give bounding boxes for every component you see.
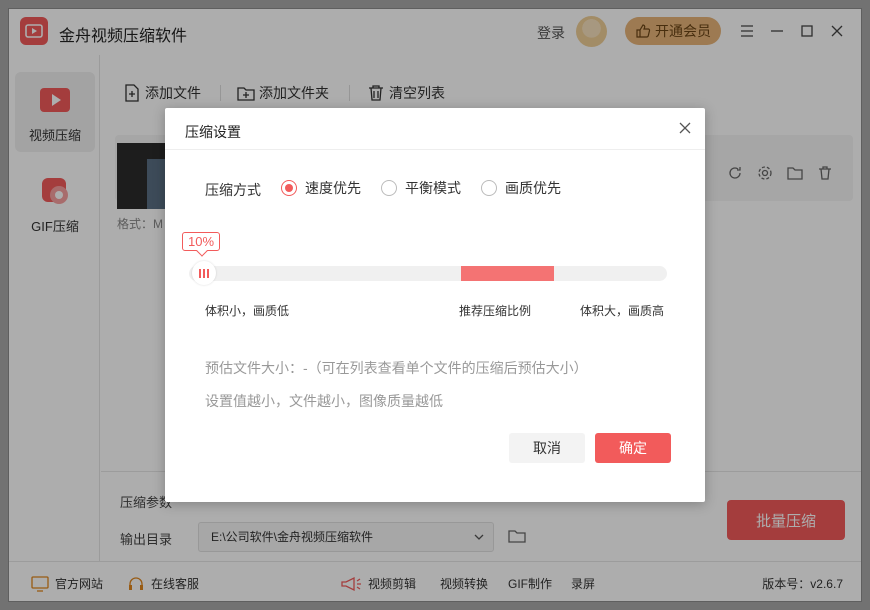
radio-dot [381,180,397,196]
slider-percent-badge: 10% [182,232,220,251]
compress-mode-label: 压缩方式 [205,182,261,198]
compression-slider-track[interactable] [189,266,667,281]
radio-speed-priority[interactable]: 速度优先 [281,178,361,198]
scale-mid-label: 推荐压缩比例 [459,304,532,318]
radio-label: 速度优先 [305,180,361,196]
estimate-text: 预估文件大小：-（可在列表查看单个文件的压缩后预估大小） [205,360,588,376]
radio-label: 画质优先 [505,180,561,196]
radio-balanced[interactable]: 平衡模式 [381,178,461,198]
scale-left-label: 体积小，画质低 [205,304,290,318]
dialog-close-icon[interactable] [677,120,693,136]
confirm-button[interactable]: 确定 [595,433,671,463]
dialog-header: 压缩设置 [165,108,705,150]
radio-dot [281,180,297,196]
recommended-range [461,266,554,281]
radio-dot [481,180,497,196]
cancel-button[interactable]: 取消 [509,433,585,463]
tip-text: 设置值越小，文件越小，图像质量越低 [205,393,443,409]
compress-settings-dialog: 压缩设置 压缩方式 速度优先 平衡模式 画质优先 10% 体积小，画质低 推荐压… [165,108,705,502]
radio-label: 平衡模式 [405,180,461,196]
slider-handle[interactable] [192,261,216,285]
radio-quality-priority[interactable]: 画质优先 [481,178,561,198]
scale-right-label: 体积大，画质高 [580,304,665,318]
dialog-title: 压缩设置 [185,124,241,140]
